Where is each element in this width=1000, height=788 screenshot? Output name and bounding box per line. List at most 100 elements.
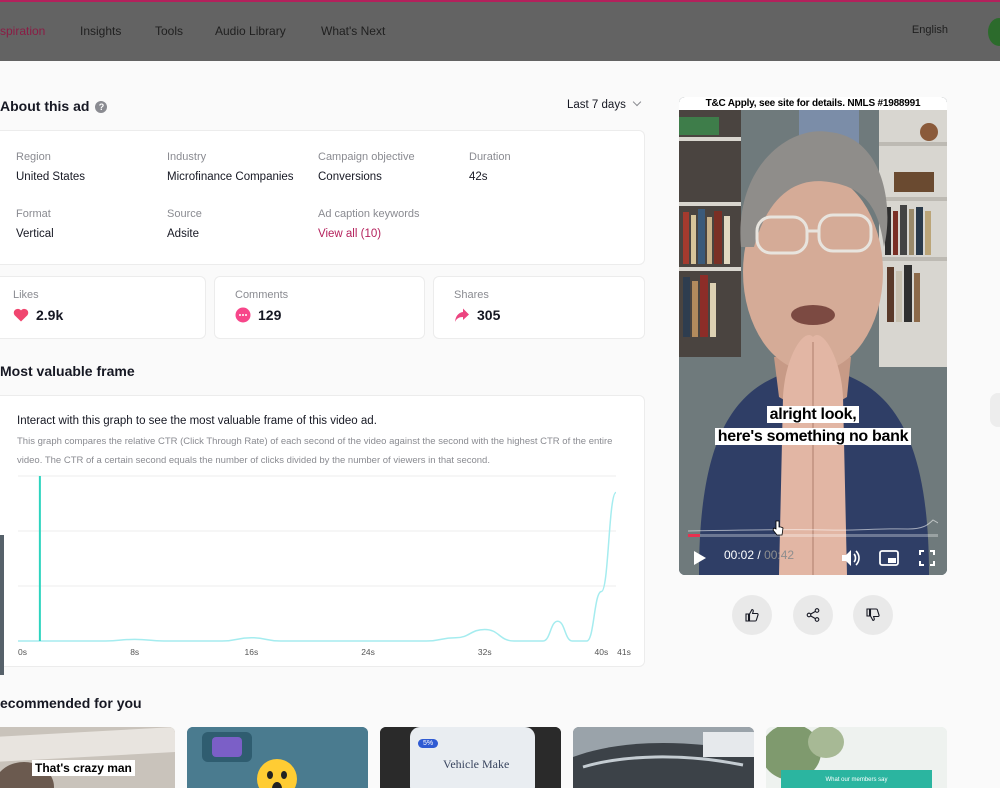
shares-label: Shares	[454, 289, 489, 301]
thumbs-down-button[interactable]	[853, 595, 893, 635]
video-frame	[679, 97, 947, 575]
subtitle-text: alright look,	[766, 406, 860, 423]
field-value: Vertical	[16, 228, 54, 240]
ad-info-card: Region United States Industry Microfinan…	[0, 130, 645, 265]
thumbnail-image	[0, 727, 175, 788]
chart-x-tick-label: 41s	[617, 647, 631, 657]
likes-count: 2.9k	[13, 307, 63, 323]
field-value: Microfinance Companies	[167, 171, 294, 183]
field-label: Source	[167, 208, 202, 220]
about-title: About this ad	[0, 98, 90, 114]
picture-in-picture-icon[interactable]	[879, 550, 899, 566]
thumbs-up-icon	[745, 608, 759, 622]
comment-bubble-icon	[235, 307, 251, 323]
field-format: Format Vertical	[16, 208, 54, 240]
recommended-heading: ecommended for you	[0, 695, 142, 711]
frame-graph-card: Interact with this graph to see the most…	[0, 395, 645, 667]
chevron-down-icon	[632, 97, 642, 107]
field-objective: Campaign objective Conversions	[318, 151, 415, 183]
video-subtitle-2: here's something no bank	[679, 428, 947, 446]
chart-x-tick-label: 24s	[361, 647, 375, 657]
question-icon[interactable]: ?	[95, 101, 108, 113]
time-separator: /	[757, 548, 761, 562]
chart-series-line	[18, 491, 617, 642]
thumbnail-caption: That's crazy man	[32, 760, 135, 776]
shares-count: 305	[454, 307, 500, 323]
shares-card: Shares 305	[433, 276, 645, 339]
chart-x-tick-label: 16s	[245, 647, 259, 657]
video-progress-bar[interactable]	[688, 534, 938, 537]
comments-label: Comments	[235, 289, 289, 301]
thumbnail-caption: What our members say	[825, 777, 888, 783]
cursor-hand-icon	[772, 520, 784, 536]
period-value: Last 7 days	[567, 99, 626, 111]
field-caption-keywords: Ad caption keywords View all (10)	[318, 208, 420, 240]
field-region: Region United States	[16, 151, 85, 183]
field-label: Duration	[469, 151, 511, 163]
video-disclaimer-caption: T&C Apply, see site for details. NMLS #1…	[679, 97, 947, 110]
fullscreen-icon[interactable]	[919, 550, 935, 566]
chart-x-tick-label: 0s	[18, 647, 27, 657]
volume-icon[interactable]	[841, 549, 861, 567]
view-all-keywords-link[interactable]: View all (10)	[318, 228, 420, 240]
field-value: Conversions	[318, 171, 382, 183]
shares-value: 305	[477, 307, 501, 323]
field-label: Campaign objective	[318, 151, 415, 163]
recommended-item-3[interactable]: 5% Vehicle Make	[380, 727, 561, 788]
recommended-item-4[interactable]	[573, 727, 754, 788]
recommended-item-1[interactable]: That's crazy man	[0, 727, 175, 788]
field-value: 42s	[469, 171, 488, 183]
thumbs-up-button[interactable]	[732, 595, 772, 635]
thumbnail-image	[187, 727, 368, 788]
nav-item-whats-next[interactable]: What's Next	[321, 24, 385, 38]
left-edge-strip	[0, 535, 4, 675]
comments-value: 129	[258, 307, 282, 323]
video-controls: 00:02 / 00:42	[679, 515, 947, 575]
thumbnail-caption: Vehicle Make	[443, 757, 510, 771]
nav-item-tools[interactable]: Tools	[155, 24, 183, 38]
frame-heading: Most valuable frame	[0, 363, 135, 379]
chart-x-tick-label: 8s	[130, 647, 139, 657]
recommended-item-2[interactable]	[187, 727, 368, 788]
play-icon[interactable]	[693, 550, 707, 566]
field-duration: Duration 42s	[469, 151, 511, 183]
field-value: Adsite	[167, 228, 199, 240]
video-player[interactable]: T&C Apply, see site for details. NMLS #1…	[679, 97, 947, 575]
carousel-next-handle[interactable]	[990, 393, 1000, 427]
period-select[interactable]: Last 7 days	[567, 97, 642, 111]
nav-item-insights[interactable]: Insights	[80, 24, 121, 38]
likes-card: Likes 2.9k	[0, 276, 206, 339]
share-arrow-icon	[455, 308, 469, 322]
likes-label: Likes	[13, 289, 39, 301]
field-label: Ad caption keywords	[318, 208, 420, 220]
field-value: United States	[16, 171, 86, 183]
share-button[interactable]	[793, 595, 833, 635]
top-nav: spiration Insights Tools Audio Library W…	[0, 0, 1000, 61]
recommended-item-5[interactable]: What our members say	[766, 727, 947, 788]
thumbs-down-icon	[866, 608, 880, 622]
video-subtitle-1: alright look,	[679, 406, 947, 424]
field-label: Industry	[167, 151, 207, 163]
total-time: 00:42	[764, 548, 795, 562]
comments-card: Comments 129	[214, 276, 425, 339]
share-icon	[806, 608, 820, 622]
avatar[interactable]	[988, 18, 1000, 46]
about-heading: About this ad?	[0, 98, 108, 114]
field-label: Format	[16, 208, 51, 220]
subtitle-text: here's something no bank	[714, 428, 912, 445]
thumbnail-badge: 5%	[418, 739, 439, 748]
field-source: Source Adsite	[167, 208, 202, 240]
chart-x-tick-label: 40s	[595, 647, 609, 657]
language-selector[interactable]: English	[912, 24, 948, 36]
nav-item-inspiration[interactable]: spiration	[0, 24, 45, 38]
thumbnail-image	[573, 727, 754, 788]
progress-fill	[688, 534, 700, 537]
current-time: 00:02	[724, 548, 755, 562]
heart-icon	[13, 308, 29, 322]
ctr-chart[interactable]: 0s 8s 16s 24s 32s 40s 41s	[0, 396, 646, 668]
chart-x-tick-label: 32s	[478, 647, 492, 657]
field-industry: Industry Microfinance Companies	[167, 151, 294, 183]
field-label: Region	[16, 151, 51, 163]
nav-item-audio-library[interactable]: Audio Library	[215, 24, 286, 38]
video-time: 00:02 / 00:42	[724, 548, 794, 562]
